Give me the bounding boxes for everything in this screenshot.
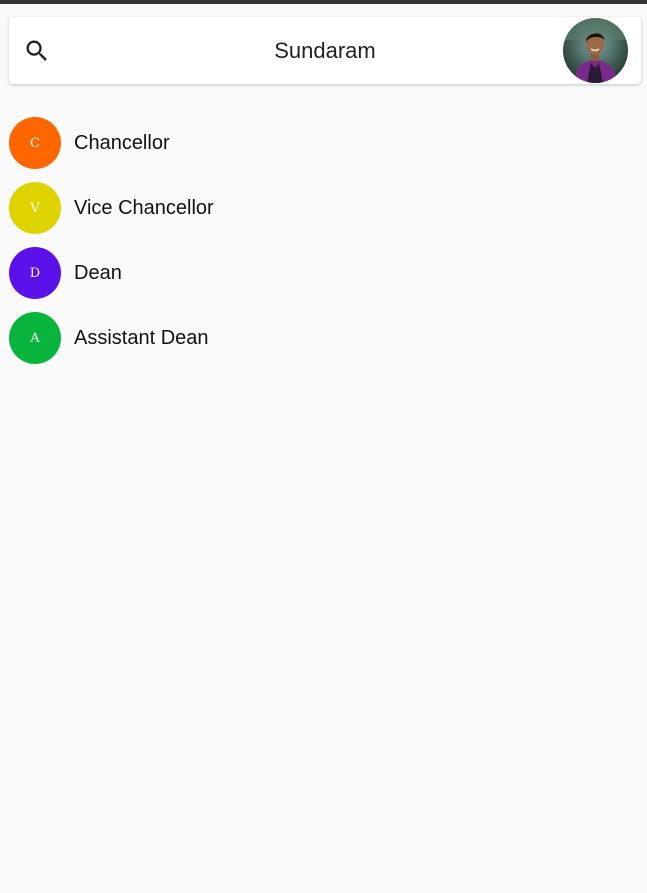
letter-avatar: C [9, 117, 61, 169]
list-item-label: Chancellor [74, 132, 170, 154]
letter-avatar: D [9, 247, 61, 299]
list-item-label: Vice Chancellor [74, 197, 214, 219]
list-item-label: Dean [74, 262, 122, 284]
search-bar[interactable]: Sundaram [9, 17, 641, 84]
list-item-chancellor[interactable]: C Chancellor [0, 117, 647, 182]
letter-avatar: V [9, 182, 61, 234]
list-item-assistant-dean[interactable]: A Assistant Dean [0, 312, 647, 377]
list-item-vice-chancellor[interactable]: V Vice Chancellor [0, 182, 647, 247]
designation-list: C Chancellor V Vice Chancellor D Dean A … [0, 117, 647, 377]
letter-avatar: A [9, 312, 61, 364]
list-item-dean[interactable]: D Dean [0, 247, 647, 312]
status-strip [0, 0, 647, 4]
list-item-label: Assistant Dean [74, 327, 209, 349]
profile-avatar[interactable] [563, 18, 628, 83]
search-title[interactable]: Sundaram [9, 37, 641, 65]
